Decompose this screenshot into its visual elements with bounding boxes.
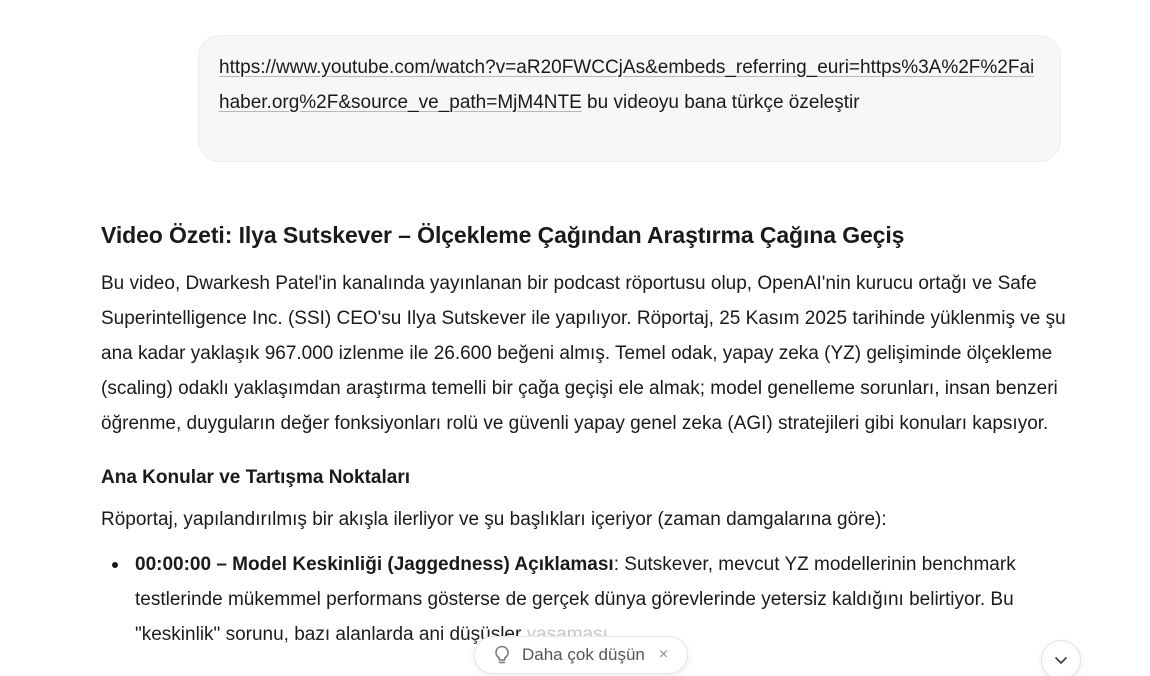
chevron-down-icon [1055, 657, 1067, 664]
section-intro: Röportaj, yapılandırılmış bir akışla ile… [101, 509, 887, 530]
bullet-dot [112, 562, 118, 568]
think-more-chip[interactable]: Daha çok düşün × [474, 636, 688, 674]
scroll-down-button[interactable] [1041, 640, 1081, 676]
user-message-bubble: https://www.youtube.com/watch?v=aR20FWCC… [198, 35, 1061, 162]
chip-close-icon[interactable]: × [659, 646, 668, 664]
chip-label: Daha çok düşün [522, 645, 645, 664]
list-item-title: 00:00:00 – Model Keskinliği (Jaggedness)… [135, 554, 614, 575]
answer-intro: Bu video, Dwarkesh Patel'in kanalında ya… [101, 273, 1066, 434]
chat-page: https://www.youtube.com/watch?v=aR20FWCC… [0, 0, 1150, 676]
lightbulb-icon [493, 645, 511, 665]
assistant-answer: Video Özeti: Ilya Sutskever – Ölçekleme … [101, 215, 1066, 652]
answer-title: Video Özeti: Ilya Sutskever – Ölçekleme … [101, 222, 905, 248]
user-message-text: bu videoyu bana türkçe özeleştir [581, 92, 860, 113]
section-heading: Ana Konular ve Tartışma Noktaları [101, 467, 411, 488]
